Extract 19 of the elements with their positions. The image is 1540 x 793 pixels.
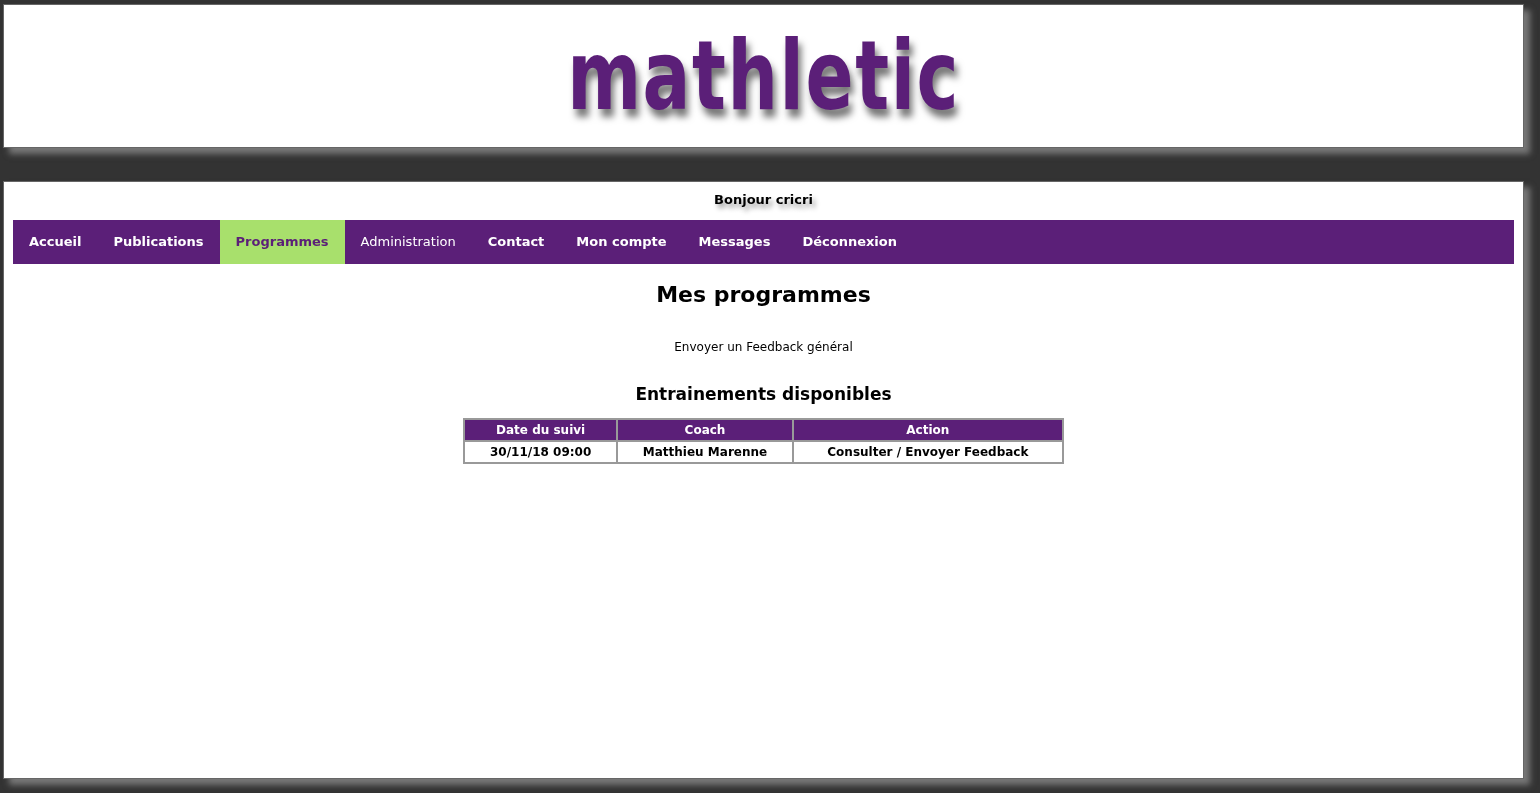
feedback-link[interactable]: Envoyer un Feedback général — [674, 337, 853, 356]
section-title: Entrainements disponibles — [635, 383, 892, 405]
nav-tab[interactable]: Accueil — [13, 219, 98, 264]
nav-tab[interactable]: Déconnexion — [786, 219, 913, 264]
column-header: Date du suivi — [464, 419, 618, 442]
nav-tab[interactable]: Administration — [344, 219, 472, 264]
table-cell: Matthieu Marenne — [617, 441, 793, 464]
table-cell: 30/11/18 09:00 — [464, 441, 618, 464]
nav-tab[interactable]: Mon compte — [560, 219, 683, 264]
column-header: Coach — [617, 419, 793, 442]
column-header: Action — [792, 419, 1063, 442]
logo: mathletic — [567, 28, 960, 124]
action-link[interactable]: Consulter / Envoyer Feedback — [827, 445, 1029, 460]
nav-tab[interactable]: Publications — [97, 219, 220, 264]
greeting: Bonjour cricri — [714, 192, 813, 207]
nav-tab[interactable]: Messages — [682, 219, 787, 264]
nav-tab[interactable]: Programmes — [219, 219, 345, 264]
nav-tab[interactable]: Contact — [471, 219, 561, 264]
page-title: Mes programmes — [656, 281, 871, 308]
